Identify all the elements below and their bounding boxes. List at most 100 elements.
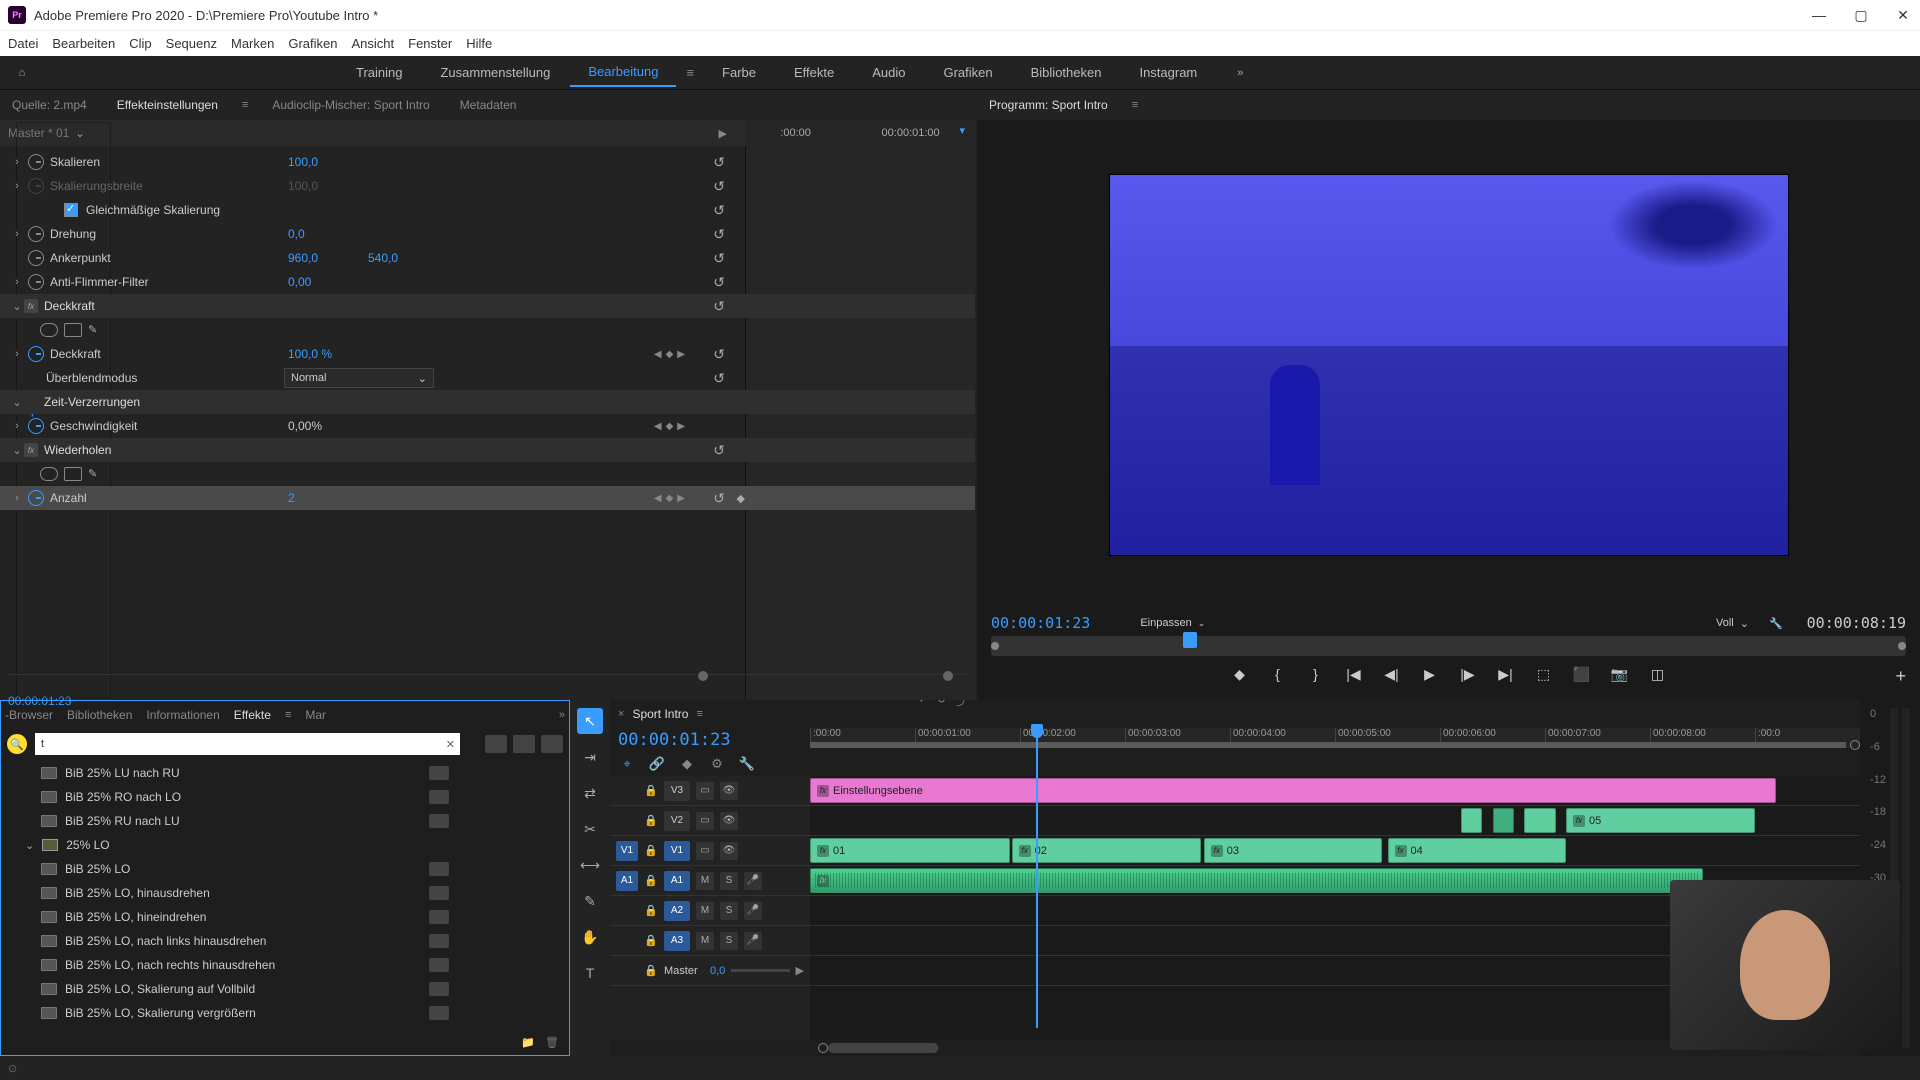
fx-badge-icon[interactable]: fx: [24, 299, 38, 313]
clip-v2-a[interactable]: [1461, 808, 1482, 833]
mute-button[interactable]: M: [696, 932, 714, 950]
preset-item[interactable]: BiB 25% LO, nach rechts hinausdrehen: [65, 958, 275, 972]
workspace-instagram[interactable]: Instagram: [1121, 59, 1215, 86]
preset-item[interactable]: BiB 25% LO, Skalierung auf Vollbild: [65, 982, 255, 996]
reset-icon[interactable]: ↺: [713, 490, 725, 507]
twirl-icon[interactable]: ›: [10, 492, 24, 504]
stopwatch-icon[interactable]: [28, 418, 44, 434]
settings-icon[interactable]: 🔧: [1769, 617, 1783, 630]
solo-button[interactable]: S: [720, 872, 738, 890]
workspace-editing[interactable]: Bearbeitung: [570, 58, 676, 87]
work-area-bar[interactable]: [810, 742, 1846, 748]
stopwatch-icon[interactable]: [28, 250, 44, 266]
twirl-icon[interactable]: ⌄: [10, 444, 24, 457]
clip-v2-b[interactable]: [1493, 808, 1514, 833]
solo-button[interactable]: S: [720, 932, 738, 950]
expand-icon[interactable]: ▶: [796, 964, 804, 977]
button-editor-icon[interactable]: +: [1895, 666, 1906, 687]
tab-effect-controls[interactable]: Effekteinstellungen: [111, 94, 224, 116]
track-target-v1[interactable]: V1: [664, 841, 690, 861]
preset-item[interactable]: BiB 25% LU nach RU: [65, 766, 180, 780]
track-output-icon[interactable]: ▭: [696, 812, 714, 830]
play-icon[interactable]: ▶: [1420, 666, 1440, 683]
reset-icon[interactable]: ↺: [713, 154, 725, 171]
track-target-a1[interactable]: A1: [664, 871, 690, 891]
zoom-scroll-handle[interactable]: [698, 671, 708, 681]
mute-button[interactable]: M: [696, 872, 714, 890]
twirl-icon[interactable]: ›: [10, 156, 24, 168]
workspace-overflow-icon[interactable]: »: [1237, 67, 1243, 79]
home-icon[interactable]: ⌂: [10, 61, 34, 85]
track-visibility-icon[interactable]: 👁: [720, 812, 738, 830]
clear-search-icon[interactable]: ✕: [446, 738, 455, 751]
prev-keyframe-icon[interactable]: ◀: [654, 493, 662, 504]
panel-menu-icon[interactable]: ≡: [1132, 99, 1138, 111]
maximize-button[interactable]: ▢: [1852, 7, 1870, 24]
zoom-fit-dropdown[interactable]: Einpassen⌄: [1140, 617, 1205, 629]
source-patch-v1[interactable]: V1: [616, 841, 638, 861]
preset-item[interactable]: BiB 25% LO, Skalierung vergrößern: [65, 1006, 256, 1020]
preset-item[interactable]: BiB 25% LO, nach links hinausdrehen: [65, 934, 266, 948]
prop-rotation-value[interactable]: 0,0: [288, 227, 368, 241]
prop-opacity-value[interactable]: 100,0 %: [288, 347, 368, 361]
mark-in-icon[interactable]: {: [1268, 666, 1288, 683]
razor-tool[interactable]: ✂: [577, 816, 603, 842]
slip-tool[interactable]: ⟷: [577, 852, 603, 878]
twirl-icon[interactable]: ⌄: [25, 839, 34, 852]
track-output-icon[interactable]: ▭: [696, 842, 714, 860]
track-visibility-icon[interactable]: 👁: [720, 782, 738, 800]
rect-mask-icon[interactable]: [64, 467, 82, 481]
timeline-display-icon[interactable]: ⚙: [708, 756, 726, 772]
menu-edit[interactable]: Bearbeiten: [52, 36, 115, 51]
clip-04[interactable]: fx04: [1388, 838, 1567, 863]
export-frame-icon[interactable]: 📷: [1610, 666, 1630, 683]
preset-item[interactable]: BiB 25% LO, hineindrehen: [65, 910, 206, 924]
extract-icon[interactable]: ⬛: [1572, 666, 1592, 683]
mute-button[interactable]: M: [696, 902, 714, 920]
menu-view[interactable]: Ansicht: [351, 36, 394, 51]
playhead-icon[interactable]: [1183, 632, 1197, 648]
reset-icon[interactable]: ↺: [713, 442, 725, 459]
master-gain-slider[interactable]: [731, 969, 789, 972]
keyframe-marker-icon[interactable]: ◆: [737, 492, 745, 505]
clip-03[interactable]: fx03: [1204, 838, 1383, 863]
workspace-audio[interactable]: Audio: [854, 59, 923, 86]
voice-over-icon[interactable]: 🎤: [744, 902, 762, 920]
prev-keyframe-icon[interactable]: ◀: [654, 349, 662, 360]
add-keyframe-icon[interactable]: ◆: [666, 421, 674, 432]
tab-program[interactable]: Programm: Sport Intro: [983, 94, 1114, 116]
video-preview[interactable]: [1109, 174, 1789, 556]
panel-menu-icon[interactable]: ≡: [242, 99, 248, 111]
reset-icon[interactable]: ↺: [713, 226, 725, 243]
workspace-training[interactable]: Training: [338, 59, 420, 86]
menu-window[interactable]: Fenster: [408, 36, 452, 51]
lock-icon[interactable]: 🔒: [644, 874, 658, 887]
lock-icon[interactable]: 🔒: [644, 934, 658, 947]
track-visibility-icon[interactable]: 👁: [720, 842, 738, 860]
menu-sequence[interactable]: Sequenz: [166, 36, 217, 51]
pen-mask-icon[interactable]: ✎: [88, 467, 106, 481]
clip-v2-c[interactable]: [1524, 808, 1556, 833]
new-bin-icon[interactable]: 📁: [521, 1036, 535, 1049]
go-to-in-icon[interactable]: |◀: [1344, 666, 1364, 683]
effects-search-input[interactable]: [35, 733, 460, 755]
work-area-end-handle[interactable]: [1850, 740, 1860, 750]
reset-icon[interactable]: ↺: [713, 346, 725, 363]
workspace-libraries[interactable]: Bibliotheken: [1013, 59, 1120, 86]
step-back-icon[interactable]: ◀|: [1382, 666, 1402, 683]
reset-icon[interactable]: ↺: [713, 178, 725, 195]
32bit-badge-icon[interactable]: [513, 735, 535, 753]
next-keyframe-icon[interactable]: ▶: [677, 421, 685, 432]
lock-icon[interactable]: 🔒: [644, 964, 658, 977]
next-keyframe-icon[interactable]: ▶: [677, 349, 685, 360]
voice-over-icon[interactable]: 🎤: [744, 872, 762, 890]
workspace-color[interactable]: Farbe: [704, 59, 774, 86]
playhead-icon[interactable]: ▾: [959, 124, 965, 137]
twirl-icon[interactable]: ›: [10, 420, 24, 432]
reset-icon[interactable]: ↺: [713, 202, 725, 219]
lock-icon[interactable]: 🔒: [644, 784, 658, 797]
track-target-a3[interactable]: A3: [664, 931, 690, 951]
fx-badge-icon[interactable]: fx: [24, 443, 38, 457]
preset-item[interactable]: BiB 25% LO, hinausdrehen: [65, 886, 210, 900]
zoom-scroll-handle[interactable]: [943, 671, 953, 681]
